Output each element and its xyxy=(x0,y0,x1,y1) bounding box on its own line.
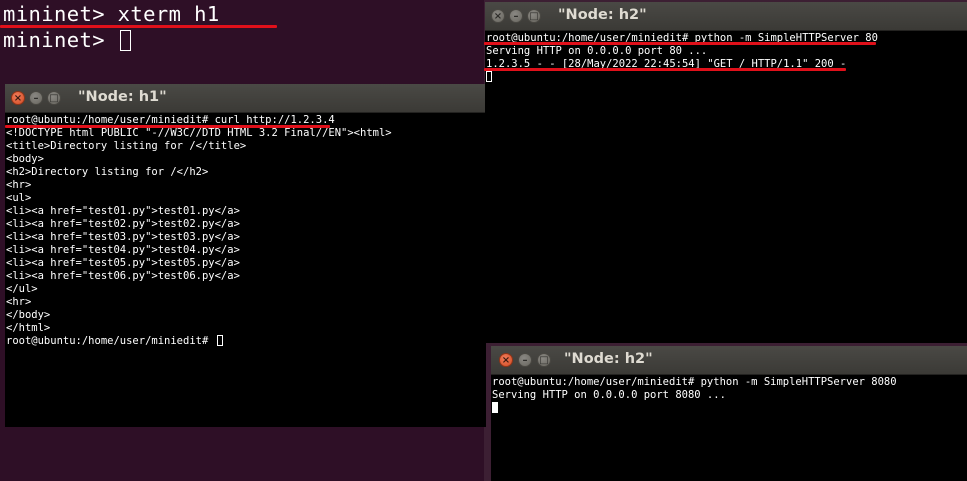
terminal-line: </html> xyxy=(6,322,51,334)
terminal-line: <li><a href="test05.py">test05.py</a> xyxy=(6,257,240,269)
terminal-line: </ul> xyxy=(6,283,38,295)
terminal-output[interactable]: root@ubuntu:/home/user/miniedit# curl ht… xyxy=(5,113,486,427)
minimize-button[interactable]: – xyxy=(29,91,43,105)
title-bar[interactable]: × – □ "Node: h1" xyxy=(5,84,486,113)
terminal-prompt-line: root@ubuntu:/home/user/miniedit# xyxy=(6,335,223,348)
annotation-underline xyxy=(484,68,846,71)
terminal-line: root@ubuntu:/home/user/miniedit# python … xyxy=(492,376,897,388)
terminal-cursor-icon xyxy=(216,335,223,346)
terminal-line: Serving HTTP on 0.0.0.0 port 8080 ... xyxy=(492,389,726,401)
xterm-window-h2-port-8080[interactable]: × – □ "Node: h2" root@ubuntu:/home/user/… xyxy=(491,346,967,481)
shell-prompt: root@ubuntu:/home/user/miniedit# xyxy=(6,335,215,347)
mininet-command-line: mininet> xterm h1 xyxy=(3,2,220,26)
annotation-underline xyxy=(5,125,330,128)
terminal-line: <li><a href="test01.py">test01.py</a> xyxy=(6,205,240,217)
terminal-line: <li><a href="test04.py">test04.py</a> xyxy=(6,244,240,256)
maximize-button[interactable]: □ xyxy=(47,91,61,105)
terminal-line: Serving HTTP on 0.0.0.0 port 80 ... xyxy=(486,45,708,57)
annotation-underline xyxy=(484,42,876,45)
window-title: "Node: h2" xyxy=(564,351,653,367)
terminal-cursor-icon xyxy=(119,30,131,51)
terminal-output[interactable]: root@ubuntu:/home/user/miniedit# python … xyxy=(491,375,967,481)
terminal-cursor-icon xyxy=(486,71,492,82)
title-bar[interactable]: × – □ "Node: h2" xyxy=(485,2,967,31)
title-bar[interactable]: × – □ "Node: h2" xyxy=(491,346,967,375)
terminal-line: <hr> xyxy=(6,179,32,191)
terminal-cursor-line xyxy=(492,402,498,415)
terminal-line: <li><a href="test02.py">test02.py</a> xyxy=(6,218,240,230)
mininet-prompt: mininet> xyxy=(3,28,118,52)
minimize-button[interactable]: – xyxy=(518,353,532,367)
close-button[interactable]: × xyxy=(491,9,505,23)
minimize-button[interactable]: – xyxy=(509,9,523,23)
terminal-line: <li><a href="test06.py">test06.py</a> xyxy=(6,270,240,282)
xterm-window-h1[interactable]: × – □ "Node: h1" root@ubuntu:/home/user/… xyxy=(5,84,486,427)
terminal-line: <title>Directory listing for /</title> xyxy=(6,140,247,152)
terminal-line: </body> xyxy=(6,309,51,321)
terminal-line: <ul> xyxy=(6,192,32,204)
terminal-line: <hr> xyxy=(6,296,32,308)
close-button[interactable]: × xyxy=(11,91,25,105)
annotation-underline xyxy=(0,25,277,28)
window-title: "Node: h1" xyxy=(78,89,167,105)
mininet-prompt-line: mininet> xyxy=(3,28,131,52)
close-button[interactable]: × xyxy=(499,353,513,367)
terminal-line: <!DOCTYPE html PUBLIC "-//W3C//DTD HTML … xyxy=(6,127,392,139)
terminal-cursor-line xyxy=(486,71,492,84)
xterm-window-h2-port-80[interactable]: × – □ "Node: h2" root@ubuntu:/home/user/… xyxy=(485,2,967,343)
maximize-button[interactable]: □ xyxy=(527,9,541,23)
terminal-line: <body> xyxy=(6,153,44,165)
maximize-button[interactable]: □ xyxy=(537,353,551,367)
terminal-output[interactable]: root@ubuntu:/home/user/miniedit# python … xyxy=(485,31,967,343)
terminal-line: <h2>Directory listing for /</h2> xyxy=(6,166,209,178)
terminal-line: <li><a href="test03.py">test03.py</a> xyxy=(6,231,240,243)
terminal-cursor-icon xyxy=(492,402,498,413)
window-title: "Node: h2" xyxy=(558,7,647,23)
